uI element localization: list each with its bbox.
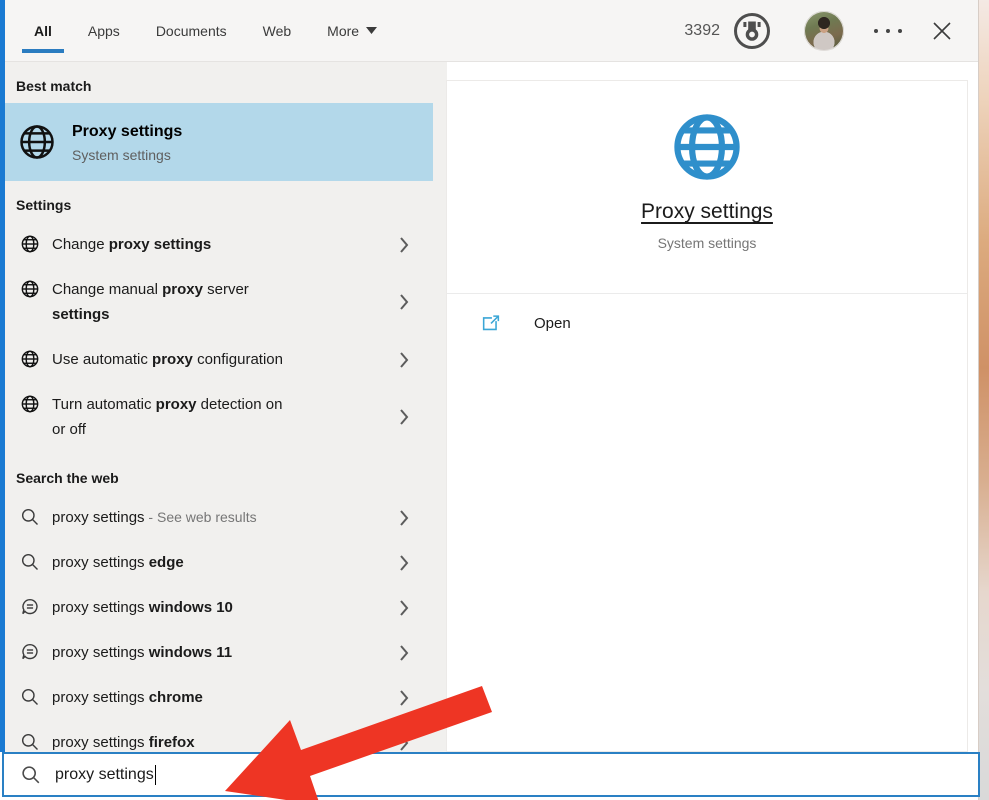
text-cursor [155, 765, 156, 785]
search-flyout: All Apps Documents Web More 3392 [0, 0, 978, 800]
chevron-right-icon [399, 509, 409, 527]
see-web-results-hint: - See web results [145, 509, 257, 525]
best-match-text: Proxy settings System settings [72, 121, 182, 163]
topbar-right: 3392 [684, 0, 978, 61]
result-item-label: Use automatic proxy configuration [52, 347, 283, 372]
result-item-label: proxy settings - See web results [52, 505, 257, 530]
result-item[interactable]: Change proxy settings [5, 222, 433, 267]
tab-all[interactable]: All [34, 0, 52, 61]
rewards-medal-icon[interactable] [732, 11, 772, 51]
more-options-icon[interactable] [872, 27, 904, 35]
preview-title: Proxy settings [447, 200, 967, 224]
result-item-label: Change manual proxy serversettings [52, 277, 249, 327]
globe-icon [20, 394, 40, 414]
best-match-subtitle: System settings [72, 147, 182, 163]
result-item-label: proxy settings windows 11 [52, 640, 232, 665]
result-item-label: proxy settings chrome [52, 685, 203, 710]
search-icon [20, 507, 40, 527]
rewards-points: 3392 [684, 22, 720, 40]
result-item[interactable]: Change manual proxy serversettings [5, 267, 433, 337]
globe-icon [668, 108, 746, 186]
result-item[interactable]: proxy settings windows 11 [5, 630, 433, 675]
chevron-right-icon [399, 644, 409, 662]
chevron-right-icon [399, 351, 409, 369]
accent-strip [0, 0, 5, 752]
chevron-right-icon [399, 734, 409, 752]
tab-documents[interactable]: Documents [156, 0, 227, 61]
chevron-right-icon [399, 599, 409, 617]
result-item-label: proxy settings firefox [52, 730, 195, 752]
globe-icon [17, 122, 57, 162]
best-match-item[interactable]: Proxy settings System settings [5, 103, 433, 181]
tab-web[interactable]: Web [263, 0, 292, 61]
result-item-label: proxy settings edge [52, 550, 184, 575]
chevron-right-icon [399, 293, 409, 311]
chevron-right-icon [399, 236, 409, 254]
globe-icon [20, 234, 40, 254]
best-match-header: Best match [5, 62, 433, 103]
top-tab-bar: All Apps Documents Web More 3392 [0, 0, 978, 62]
best-match-title: Proxy settings [72, 121, 182, 142]
desktop-edge [978, 0, 989, 800]
preview-subtitle: System settings [447, 235, 967, 251]
tab-more[interactable]: More [327, 0, 377, 61]
tab-apps[interactable]: Apps [88, 0, 120, 61]
result-item-label: Change proxy settings [52, 232, 211, 257]
chat-icon [20, 642, 40, 662]
search-box[interactable]: proxy settings [2, 752, 980, 797]
settings-results-list: Change proxy settings Change manual proxy… [5, 222, 433, 452]
open-external-icon [480, 312, 502, 334]
chevron-right-icon [399, 554, 409, 572]
result-item[interactable]: proxy settings chrome [5, 675, 433, 720]
chevron-right-icon [399, 408, 409, 426]
globe-icon [20, 279, 40, 299]
search-icon [20, 687, 40, 707]
preview-panel: Proxy settings System settings Open [446, 80, 968, 752]
chevron-right-icon [399, 689, 409, 707]
result-item[interactable]: Use automatic proxy configuration [5, 337, 433, 382]
search-icon [20, 552, 40, 572]
search-filter-tabs: All Apps Documents Web More [0, 0, 377, 61]
result-item[interactable]: proxy settings windows 10 [5, 585, 433, 630]
chat-icon [20, 597, 40, 617]
result-item[interactable]: proxy settings firefox [5, 720, 433, 752]
web-results-list: proxy settings - See web results proxy se… [5, 495, 433, 752]
result-item[interactable]: Turn automatic proxy detection onor off [5, 382, 433, 452]
result-item[interactable]: proxy settings - See web results [5, 495, 433, 540]
result-item-label: proxy settings windows 10 [52, 595, 233, 620]
user-avatar[interactable] [804, 11, 844, 51]
close-icon[interactable] [932, 21, 952, 41]
settings-header: Settings [5, 181, 433, 222]
open-label: Open [534, 315, 571, 332]
result-item[interactable]: proxy settings edge [5, 540, 433, 585]
open-action[interactable]: Open [447, 294, 967, 352]
search-icon [20, 764, 42, 786]
search-icon [20, 732, 40, 752]
chevron-down-icon [366, 27, 377, 34]
globe-icon [20, 349, 40, 369]
web-header: Search the web [5, 452, 433, 495]
result-item-label: Turn automatic proxy detection onor off [52, 392, 282, 442]
results-panel: Best match Proxy settings System setting… [5, 62, 433, 752]
search-input-value[interactable]: proxy settings [55, 766, 154, 784]
